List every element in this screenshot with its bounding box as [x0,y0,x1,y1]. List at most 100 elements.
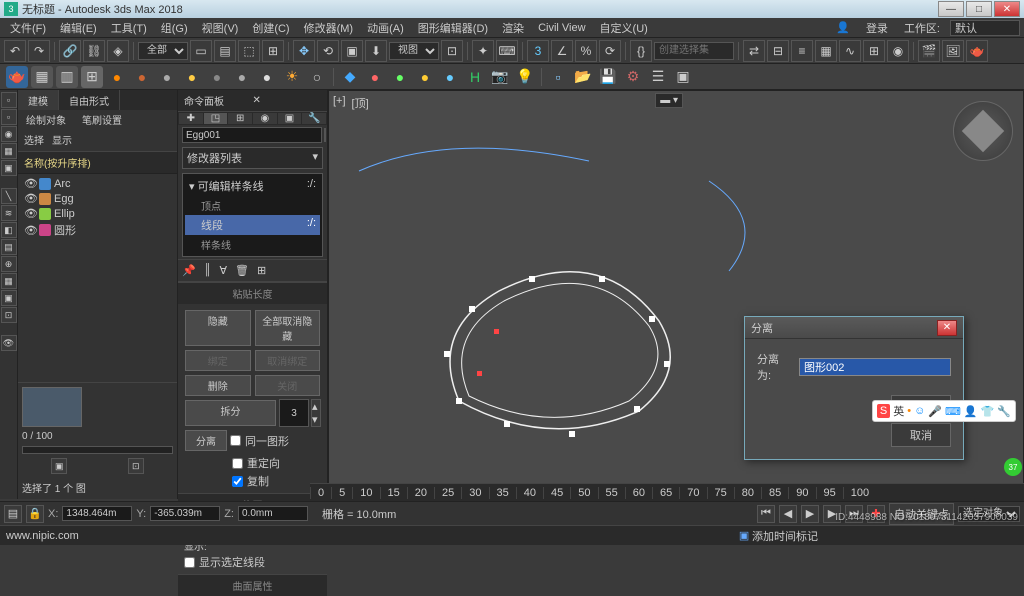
display-label[interactable]: 显示 [52,132,72,147]
place-button[interactable]: ⬇ [365,40,387,62]
lsb-14[interactable]: 👁 [1,335,17,351]
filter-select[interactable]: 全部 [138,42,188,60]
delete-button[interactable]: 删除 [185,375,251,396]
menu-animation[interactable]: 动画(A) [361,18,410,38]
dialog-close[interactable]: ✕ [937,320,957,336]
lsb-5[interactable]: ▣ [1,160,17,176]
link-button[interactable]: 🔗 [59,40,81,62]
play-start[interactable]: ⏮ [757,505,775,523]
mod-sub-segment[interactable]: 线段:/: [185,215,320,235]
menu-render[interactable]: 渲染 [496,18,530,38]
light-icon[interactable]: 💡 [514,66,536,88]
menu-tools[interactable]: 工具(T) [105,18,153,38]
tree-item[interactable]: 👁圆形 [22,221,173,239]
refcoord-select[interactable]: 视图 [389,42,439,60]
lsb-6[interactable]: ╲ [1,188,17,204]
select-label[interactable]: 选择 [24,132,44,147]
move-button[interactable]: ✥ [293,40,315,62]
menu-modifier[interactable]: 修改器(M) [298,18,360,38]
minimize-button[interactable]: — [938,1,964,17]
orb3-icon[interactable]: ● [156,66,178,88]
modifier-dropdown[interactable]: 修改器列表▾ [182,147,323,169]
timeline[interactable]: 0510152025303540455055606570758085909510… [310,483,1024,501]
redo-button[interactable]: ↷ [28,40,50,62]
panel2-icon[interactable]: ▥ [56,66,78,88]
mod-editable-spline[interactable]: ▾ 可编辑样条线:/: [185,176,320,196]
lsb-2[interactable]: ▫ [1,109,17,125]
rotate-button[interactable]: ⟲ [317,40,339,62]
named-set[interactable] [654,42,734,60]
percent-snap-button[interactable]: % [575,40,597,62]
detach-button[interactable]: 分离 [185,430,227,451]
select-button[interactable]: ▭ [190,40,212,62]
lsb-4[interactable]: ▦ [1,143,17,159]
menu-create[interactable]: 创建(C) [246,18,295,38]
panel-icon[interactable]: ▦ [31,66,53,88]
copy-check[interactable] [232,476,243,487]
tab-freeform[interactable]: 自由形式 [59,90,120,110]
orb6-icon[interactable]: ● [231,66,253,88]
gear-icon[interactable]: ⚙ [622,66,644,88]
ribbon-button[interactable]: ▦ [815,40,837,62]
cmdtab-motion[interactable]: ◉ [253,113,277,124]
orb8-icon[interactable]: ○ [306,66,328,88]
showend-icon[interactable]: ║ [204,264,212,277]
lock-button[interactable]: 🔒 [26,505,44,523]
cmdtab-utility[interactable]: 🔧 [302,113,326,124]
sameshape-check[interactable] [230,435,241,446]
prev-icon[interactable]: ▣ [672,66,694,88]
manip-button[interactable]: ✦ [472,40,494,62]
tri-icon[interactable]: ● [389,66,411,88]
viewport[interactable]: [+][顶] ▬ ▾ 分离✕ 分离为: 确定 取消 [328,90,1024,499]
cancel-button[interactable]: 取消 [891,423,951,447]
box-icon[interactable]: ▫ [547,66,569,88]
play-prev[interactable]: ◀ [779,505,797,523]
coord-y[interactable] [150,506,220,521]
swatch[interactable] [22,387,82,427]
render-button[interactable]: 🫖 [966,40,988,62]
config-icon[interactable]: ⊞ [257,264,266,277]
unique-icon[interactable]: ∀ [220,264,228,277]
lsb-10[interactable]: ⊕ [1,256,17,272]
addtime-label[interactable]: 添加时间标记 [752,528,818,544]
menu-customize[interactable]: 自定义(U) [594,18,654,38]
orb5-icon[interactable]: ● [206,66,228,88]
lsb-7[interactable]: ≋ [1,205,17,221]
star-icon[interactable]: ● [414,66,436,88]
lsb-13[interactable]: ⊡ [1,307,17,323]
editset-button[interactable]: {} [630,40,652,62]
split-button[interactable]: 拆分 [185,400,276,426]
unhideall-button[interactable]: 全部取消隐藏 [255,310,321,346]
select-region-button[interactable]: ⬚ [238,40,260,62]
ime-toolbar[interactable]: S 英 •☺🎤⌨👤👕🔧 [872,400,1016,422]
lsb-12[interactable]: ▣ [1,290,17,306]
cmdtab-create[interactable]: ✚ [179,113,203,124]
lsb-11[interactable]: ▦ [1,273,17,289]
curve-button[interactable]: ∿ [839,40,861,62]
menu-file[interactable]: 文件(F) [4,18,52,38]
spinner-snap-button[interactable]: ⟳ [599,40,621,62]
circle-icon[interactable]: ● [364,66,386,88]
list-icon[interactable]: ☰ [647,66,669,88]
grid-icon[interactable]: ⊞ [81,66,103,88]
detach-name-input[interactable] [799,358,951,376]
maxscript-button[interactable]: ▤ [4,505,22,523]
square-icon[interactable]: ◆ [339,66,361,88]
save-icon[interactable]: 💾 [597,66,619,88]
mod-sub-spline[interactable]: 样条线 [185,235,320,254]
orb1-icon[interactable]: ● [106,66,128,88]
tab-modeling[interactable]: 建模 [18,90,59,110]
snap-button[interactable]: 3 [527,40,549,62]
menu-edit[interactable]: 编辑(E) [54,18,103,38]
lsb-3[interactable]: ◉ [1,126,17,142]
subtab-brush[interactable]: 笔刷设置 [74,110,130,128]
scale-button[interactable]: ▣ [341,40,363,62]
menu-grapheditor[interactable]: 图形编辑器(D) [412,18,494,38]
mirror-button[interactable]: ⇄ [743,40,765,62]
coord-x[interactable] [62,506,132,521]
login-link[interactable]: 登录 [860,18,894,38]
slider[interactable] [22,446,173,454]
teapot-icon[interactable]: 🫖 [6,66,28,88]
close-button[interactable]: ✕ [994,1,1020,17]
menu-view[interactable]: 视图(V) [196,18,245,38]
